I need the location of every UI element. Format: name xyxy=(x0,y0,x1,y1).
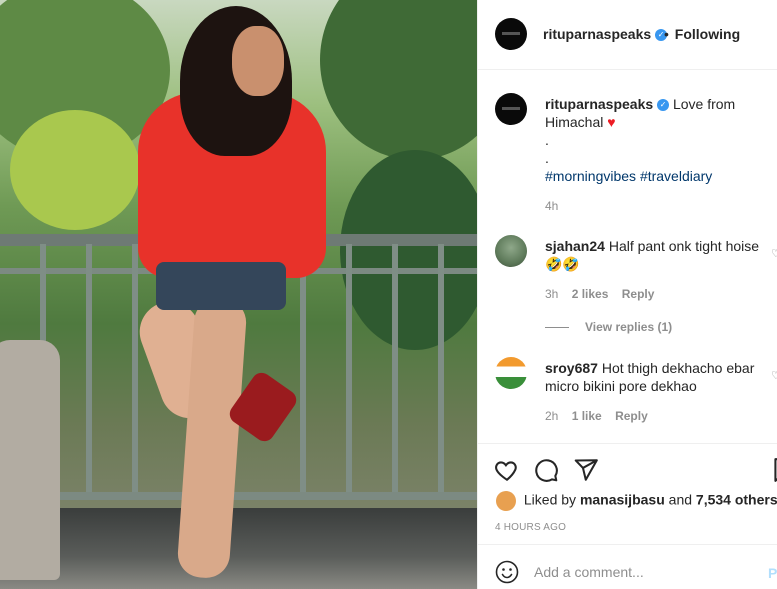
railing-bar xyxy=(86,244,92,496)
comment-input[interactable] xyxy=(534,561,744,583)
comment-text: sjahan24 Half pant onk tight hoise 🤣🤣 xyxy=(545,237,760,273)
comment-bubble-icon[interactable] xyxy=(533,457,559,483)
comment-time[interactable]: 2h xyxy=(545,409,558,423)
railing-bar xyxy=(392,244,398,496)
caption-text: rituparnaspeaks ✓ Love from Himachal ♥ .… xyxy=(545,95,760,185)
post-time-ago[interactable]: 4 HOURS AGO xyxy=(495,522,566,533)
person-face xyxy=(232,26,284,96)
background-foliage xyxy=(320,0,477,160)
likes-summary: Liked by manasijbasu and 7,534 others xyxy=(496,491,777,511)
comments-section[interactable]: rituparnaspeaks ✓ Love from Himachal ♥ .… xyxy=(478,71,777,443)
caption-avatar[interactable] xyxy=(495,93,527,125)
commenter-avatar[interactable] xyxy=(495,357,527,389)
liked-by-and: and xyxy=(668,491,693,508)
bookmark-icon[interactable] xyxy=(770,457,777,483)
author-username-link[interactable]: rituparnaspeaks xyxy=(543,26,651,42)
commenter-avatar[interactable] xyxy=(495,235,527,267)
caption-time[interactable]: 4h xyxy=(545,199,558,213)
comment-time[interactable]: 3h xyxy=(545,287,558,301)
laughing-emoji-icon: 🤣🤣 xyxy=(545,256,580,272)
railing-bar xyxy=(346,244,352,496)
verified-badge-icon: ✓ xyxy=(657,99,670,112)
view-replies-label: View replies (1) xyxy=(585,320,673,334)
commenter-username-link[interactable]: sjahan24 xyxy=(545,238,605,254)
follow-separator: • xyxy=(664,26,669,42)
author-name: rituparnaspeaks ✓ xyxy=(543,26,668,42)
comment-text: sroy687 Hot thigh dekhacho ebar micro bi… xyxy=(545,359,760,395)
comment-like-heart-icon[interactable]: ♡ xyxy=(771,369,777,382)
smiley-icon[interactable] xyxy=(495,560,519,584)
railing-bar xyxy=(438,244,444,496)
paper-plane-icon[interactable] xyxy=(573,457,599,483)
railing-bar xyxy=(132,244,138,496)
caption-dot: . xyxy=(545,132,549,148)
comment-like-heart-icon[interactable]: ♡ xyxy=(771,247,777,260)
author-avatar[interactable] xyxy=(495,18,527,50)
heart-outline-icon[interactable] xyxy=(494,457,520,483)
caption-username-link[interactable]: rituparnaspeaks xyxy=(545,96,653,112)
liked-by-prefix: Liked by xyxy=(523,491,577,508)
railing-bottom xyxy=(40,492,477,500)
view-replies-button[interactable]: View replies (1) xyxy=(545,320,672,334)
caption-dot: . xyxy=(545,150,549,166)
following-label: Following xyxy=(674,26,741,42)
person-denim-shorts xyxy=(156,262,286,310)
liked-by-others-link[interactable]: 7,534 others xyxy=(696,492,777,508)
comment-likes[interactable]: 2 likes xyxy=(572,287,609,301)
liker-avatar[interactable] xyxy=(496,491,516,511)
following-button[interactable]: • Following xyxy=(664,26,740,42)
comment-meta: 2h 1 like Reply xyxy=(545,409,658,423)
terrace-floor xyxy=(0,508,477,589)
background-foliage xyxy=(340,150,477,350)
railing-bar xyxy=(300,244,306,496)
post-sidebar: rituparnaspeaks ✓ • Following rituparnas… xyxy=(477,0,777,589)
reply-button[interactable]: Reply xyxy=(615,409,648,423)
comment-meta: 3h 2 likes Reply xyxy=(545,287,664,301)
heart-emoji-icon: ♥ xyxy=(607,114,616,130)
action-bar: Liked by manasijbasu and 7,534 others 4 … xyxy=(478,443,777,589)
commenter-username-link[interactable]: sroy687 xyxy=(545,360,598,376)
background-foliage xyxy=(10,110,140,230)
comment-likes[interactable]: 1 like xyxy=(572,409,602,423)
comment-body: Half pant onk tight hoise xyxy=(608,238,760,254)
post-header: rituparnaspeaks ✓ • Following xyxy=(478,0,777,70)
add-comment-bar: P xyxy=(478,544,777,589)
planter-pot xyxy=(0,340,60,580)
post-comment-button[interactable]: P xyxy=(768,565,777,581)
caption-hashtags[interactable]: #morningvibes #traveldiary xyxy=(545,167,760,185)
post-photo[interactable] xyxy=(0,0,477,589)
liked-by-user-link[interactable]: manasijbasu xyxy=(580,492,665,508)
replies-line xyxy=(545,327,569,329)
reply-button[interactable]: Reply xyxy=(622,287,655,301)
